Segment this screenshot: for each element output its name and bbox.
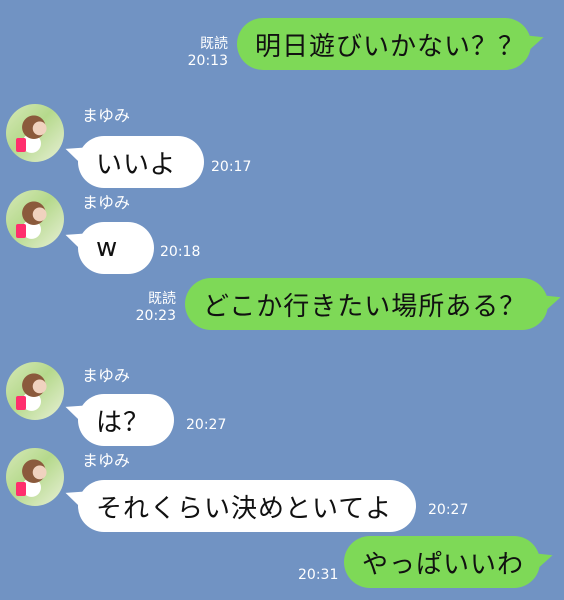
message-time: 20:13: [187, 53, 228, 69]
sender-name: まゆみ: [82, 106, 131, 125]
chat-view: 既読 20:13 明日遊びいかない？？ まゆみ いいよ 20:17 まゆみ w …: [0, 0, 564, 600]
message-text: それくらい決めといてよ: [96, 493, 393, 524]
sender-name: まゆみ: [82, 366, 131, 385]
read-label: 既読: [200, 36, 228, 52]
message-text: は？: [96, 407, 151, 438]
sent-message-bubble[interactable]: やっぱいいわ: [344, 536, 540, 588]
message-meta: 既読 20:13: [184, 36, 228, 70]
message-time: 20:23: [135, 308, 176, 324]
message-text: 明日遊びいかない？？: [255, 31, 526, 62]
message-time: 20:27: [428, 502, 469, 518]
avatar[interactable]: [6, 190, 64, 248]
sent-message-bubble[interactable]: 明日遊びいかない？？: [237, 18, 531, 70]
message-text: w: [96, 233, 119, 263]
received-message-bubble[interactable]: は？: [78, 394, 174, 446]
message-text: やっぱいいわ: [362, 549, 525, 580]
message-time: 20:17: [211, 159, 252, 175]
phone-icon: [16, 396, 26, 410]
sender-name: まゆみ: [82, 193, 131, 212]
received-message-bubble[interactable]: それくらい決めといてよ: [78, 480, 416, 532]
phone-icon: [16, 224, 26, 238]
phone-icon: [16, 138, 26, 152]
phone-icon: [16, 482, 26, 496]
message-meta: 既読 20:23: [132, 291, 176, 325]
message-text: いいよ: [96, 149, 177, 180]
received-message-bubble[interactable]: w: [78, 222, 154, 274]
sent-message-bubble[interactable]: どこか行きたい場所ある？: [185, 278, 548, 330]
message-time: 20:27: [186, 417, 227, 433]
message-time: 20:18: [160, 244, 201, 260]
avatar[interactable]: [6, 362, 64, 420]
message-text: どこか行きたい場所ある？: [203, 291, 527, 322]
avatar[interactable]: [6, 104, 64, 162]
message-time: 20:31: [298, 567, 339, 583]
read-label: 既読: [148, 291, 176, 307]
received-message-bubble[interactable]: いいよ: [78, 136, 204, 188]
avatar[interactable]: [6, 448, 64, 506]
sender-name: まゆみ: [82, 451, 131, 470]
